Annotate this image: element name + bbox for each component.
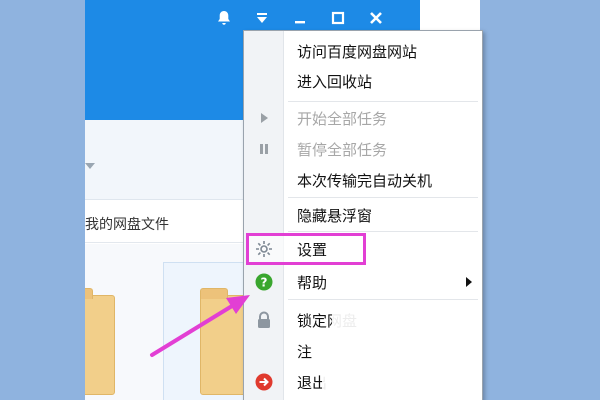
pause-icon xyxy=(254,139,274,159)
menu-item-help[interactable]: ? 帮助 xyxy=(244,267,482,297)
menu-separator xyxy=(288,197,478,198)
menu-item-label: 访问百度网盘网站 xyxy=(297,42,418,61)
menu-separator xyxy=(288,101,478,102)
bell-icon[interactable] xyxy=(205,7,243,29)
maximize-icon[interactable] xyxy=(319,7,357,29)
menu-separator xyxy=(288,231,478,232)
menu-item-label: 暂停全部任务 xyxy=(297,140,388,159)
help-icon: ? xyxy=(254,272,274,292)
breadcrumb-label[interactable]: 我的网盘文件 xyxy=(85,214,169,234)
menu-item-visit-website[interactable]: 访问百度网盘网站 xyxy=(244,36,482,66)
play-icon xyxy=(254,108,274,128)
context-menu: 访问百度网盘网站 进入回收站 开始全部任务 暂停全部任务 本次传输完自动关机 隐… xyxy=(243,30,483,400)
exit-icon xyxy=(254,372,274,392)
close-icon[interactable] xyxy=(357,7,395,29)
menu-item-hide-float-window[interactable]: 隐藏悬浮窗 xyxy=(244,200,482,230)
menu-item-pause-all[interactable]: 暂停全部任务 xyxy=(244,134,482,164)
minimize-icon[interactable] xyxy=(281,7,319,29)
gear-icon xyxy=(254,239,274,259)
chevron-down-icon[interactable] xyxy=(85,163,95,169)
submenu-arrow-icon xyxy=(466,277,472,287)
menu-item-auto-shutdown[interactable]: 本次传输完自动关机 xyxy=(244,165,482,195)
menu-item-label: 本次传输完自动关机 xyxy=(297,171,433,190)
menu-item-label: 帮助 xyxy=(297,273,328,292)
dropdown-icon[interactable] xyxy=(243,7,281,29)
lock-icon xyxy=(254,310,274,330)
titlebar-light-area xyxy=(420,0,480,30)
menu-item-label: 开始全部任务 xyxy=(297,109,388,128)
window-controls xyxy=(205,6,395,30)
menu-item-label: 隐藏悬浮窗 xyxy=(297,206,373,225)
menu-item-start-all[interactable]: 开始全部任务 xyxy=(244,103,482,133)
svg-text:?: ? xyxy=(261,276,268,290)
obscured-area xyxy=(332,311,432,341)
menu-item-label: 注 xyxy=(297,342,313,361)
menu-item-settings[interactable]: 设置 xyxy=(244,234,482,264)
menu-item-label: 设置 xyxy=(297,240,328,259)
menu-separator xyxy=(288,299,478,300)
menu-item-recycle-bin[interactable]: 进入回收站 xyxy=(244,66,482,96)
menu-item-label: 进入回收站 xyxy=(297,72,373,91)
obscured-area xyxy=(322,341,462,400)
folder-icon[interactable] xyxy=(85,288,115,395)
